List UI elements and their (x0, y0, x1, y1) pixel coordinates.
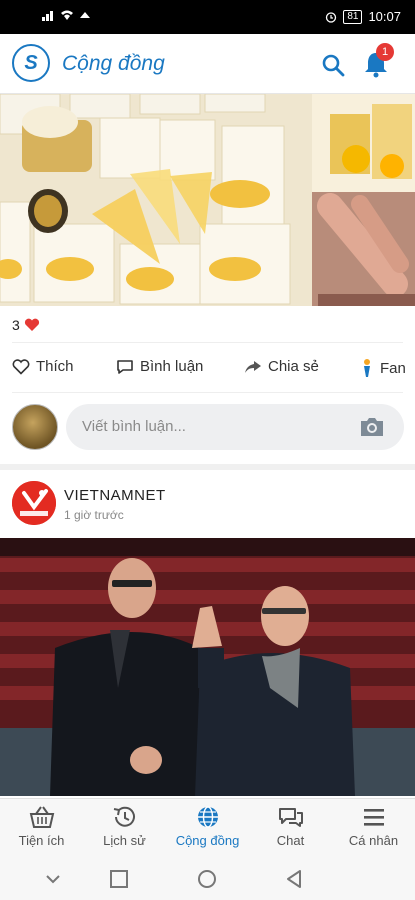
page-title: Cộng đồng (62, 52, 165, 75)
tab-label: Lịch sử (103, 833, 146, 848)
recents-icon[interactable] (108, 868, 130, 890)
wifi-icon (61, 10, 73, 20)
heart-outline-icon (12, 358, 30, 375)
tab-cong-dong[interactable]: Cộng đồng (166, 803, 249, 848)
status-right: 81 10:07 (325, 9, 401, 24)
share-button[interactable]: Chia sẻ (244, 358, 319, 375)
bottom-tab-bar: Tiện ích Lịch sử Cộng đồng Chat Cá nhân (0, 798, 415, 858)
fan-button[interactable]: Fan (360, 358, 406, 378)
tab-lich-su[interactable]: Lịch sử (83, 803, 166, 848)
signal-icon (42, 11, 53, 21)
status-time: 10:07 (368, 9, 401, 24)
comment-input[interactable]: Viết bình luận... (66, 404, 404, 450)
post-actions: Thích Bình luận Chia sẻ Fan (0, 352, 415, 384)
tab-label: Tiện ích (18, 833, 65, 848)
comment-button-label: Bình luận (140, 358, 204, 375)
comment-button[interactable]: Bình luận (116, 358, 203, 375)
tab-chat[interactable]: Chat (249, 803, 332, 848)
post-header: VIETNAMNET 1 giờ trước (0, 475, 415, 535)
status-left-icons (42, 9, 92, 21)
globe-icon (197, 806, 218, 828)
comment-composer: Viết bình luận... (0, 398, 415, 458)
tab-ca-nhan[interactable]: Cá nhân (332, 803, 415, 848)
notification-badge: 1 (376, 43, 394, 61)
news-photo[interactable] (0, 538, 415, 796)
post-image[interactable] (0, 94, 415, 306)
tab-tien-ich[interactable]: Tiện ích (0, 803, 83, 848)
vietnamnet-logo-icon (12, 481, 56, 525)
tab-label: Chat (276, 833, 305, 848)
tab-label: Cộng đồng (175, 833, 240, 848)
cloud-icon (80, 12, 90, 18)
share-icon (245, 360, 261, 373)
like-button-label: Thích (36, 358, 74, 375)
battery-indicator: 81 (343, 9, 363, 24)
fan-icon (364, 359, 370, 377)
heart-filled-icon (24, 318, 39, 331)
fan-button-label: Fan (380, 359, 406, 377)
like-button[interactable]: Thích (12, 358, 74, 375)
user-avatar[interactable] (12, 404, 58, 450)
menu-icon (363, 809, 384, 826)
chevron-down-icon[interactable] (42, 868, 64, 890)
chat-icon (278, 808, 303, 827)
app-bar: S Cộng đồng 1 (0, 34, 415, 94)
status-bar: 81 10:07 (0, 0, 415, 34)
side-photos (312, 94, 415, 306)
product-collage-image (0, 94, 415, 306)
search-icon[interactable] (320, 52, 346, 78)
comment-icon (117, 359, 133, 374)
alarm-icon (326, 11, 337, 23)
system-nav-bar (0, 858, 415, 900)
stadium-photo (0, 538, 415, 796)
share-button-label: Chia sẻ (268, 358, 319, 375)
like-count-value: 3 (12, 317, 20, 333)
back-icon[interactable] (284, 868, 306, 890)
tab-label: Cá nhân (348, 833, 399, 848)
source-name[interactable]: VIETNAMNET (64, 487, 166, 504)
divider (12, 392, 403, 393)
divider (12, 342, 403, 343)
post-time: 1 giờ trước (64, 508, 124, 522)
basket-icon (29, 806, 54, 828)
history-icon (113, 806, 135, 827)
source-logo[interactable] (12, 481, 56, 525)
home-icon[interactable] (196, 868, 218, 890)
app-logo: S (12, 44, 50, 82)
like-count[interactable]: 3 (12, 317, 40, 333)
camera-icon[interactable] (358, 414, 386, 440)
post-separator (0, 464, 415, 470)
